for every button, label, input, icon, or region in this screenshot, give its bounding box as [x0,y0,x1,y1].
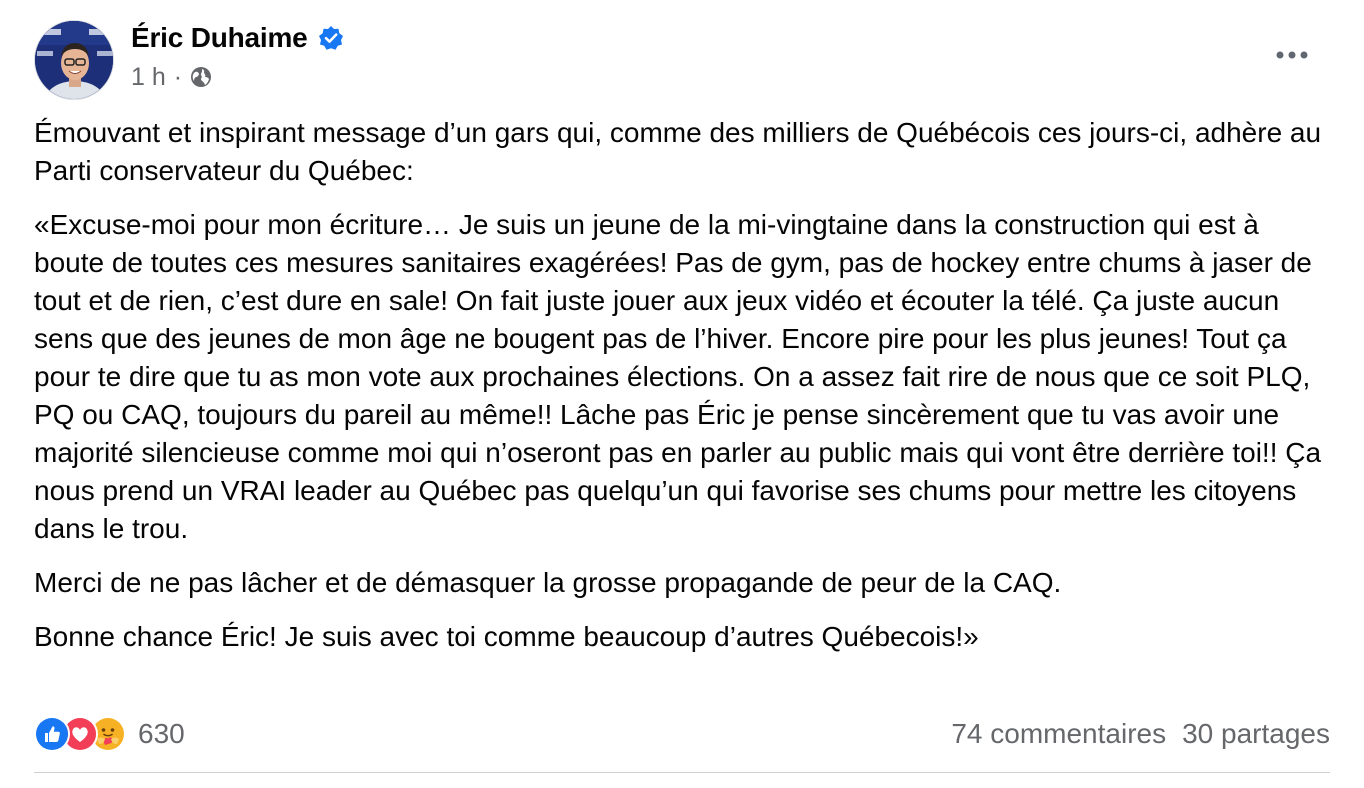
author-name[interactable]: Éric Duhaime [131,22,308,54]
reaction-count: 630 [138,718,185,749]
verified-badge-icon [318,25,344,51]
more-options-icon[interactable] [1272,42,1312,68]
meta-separator: · [173,62,183,91]
comments-count-link[interactable]: 74 commentaires [951,718,1166,750]
author-row: Éric Duhaime [131,20,344,56]
shares-count-link[interactable]: 30 partages [1182,718,1330,750]
engagement-counts: 74 commentaires 30 partages [951,718,1330,750]
post-paragraph: «Excuse-moi pour mon écriture… Je suis u… [34,209,1322,544]
avatar-image [35,21,113,99]
post-header: Éric Duhaime 1 h · [34,20,1330,100]
footer-divider [34,772,1330,773]
post-paragraph: Merci de ne pas lâcher et de démasquer l… [34,567,1062,598]
reaction-icons [34,716,126,752]
reactions-summary[interactable]: 630 [34,716,185,752]
post-body: Émouvant et inspirant message d’un gars … [34,114,1334,672]
post-meta: 1 h · [131,62,212,92]
facebook-post: Éric Duhaime 1 h · Émouvant et inspirant… [0,0,1364,788]
author-avatar[interactable] [34,20,114,100]
post-timestamp[interactable]: 1 h [131,63,166,92]
post-footer: 630 74 commentaires 30 partages [34,712,1330,756]
like-icon [34,716,70,752]
post-paragraph: Émouvant et inspirant message d’un gars … [34,117,1322,186]
globe-icon[interactable] [190,66,212,88]
post-paragraph: Bonne chance Éric! Je suis avec toi comm… [34,621,979,652]
